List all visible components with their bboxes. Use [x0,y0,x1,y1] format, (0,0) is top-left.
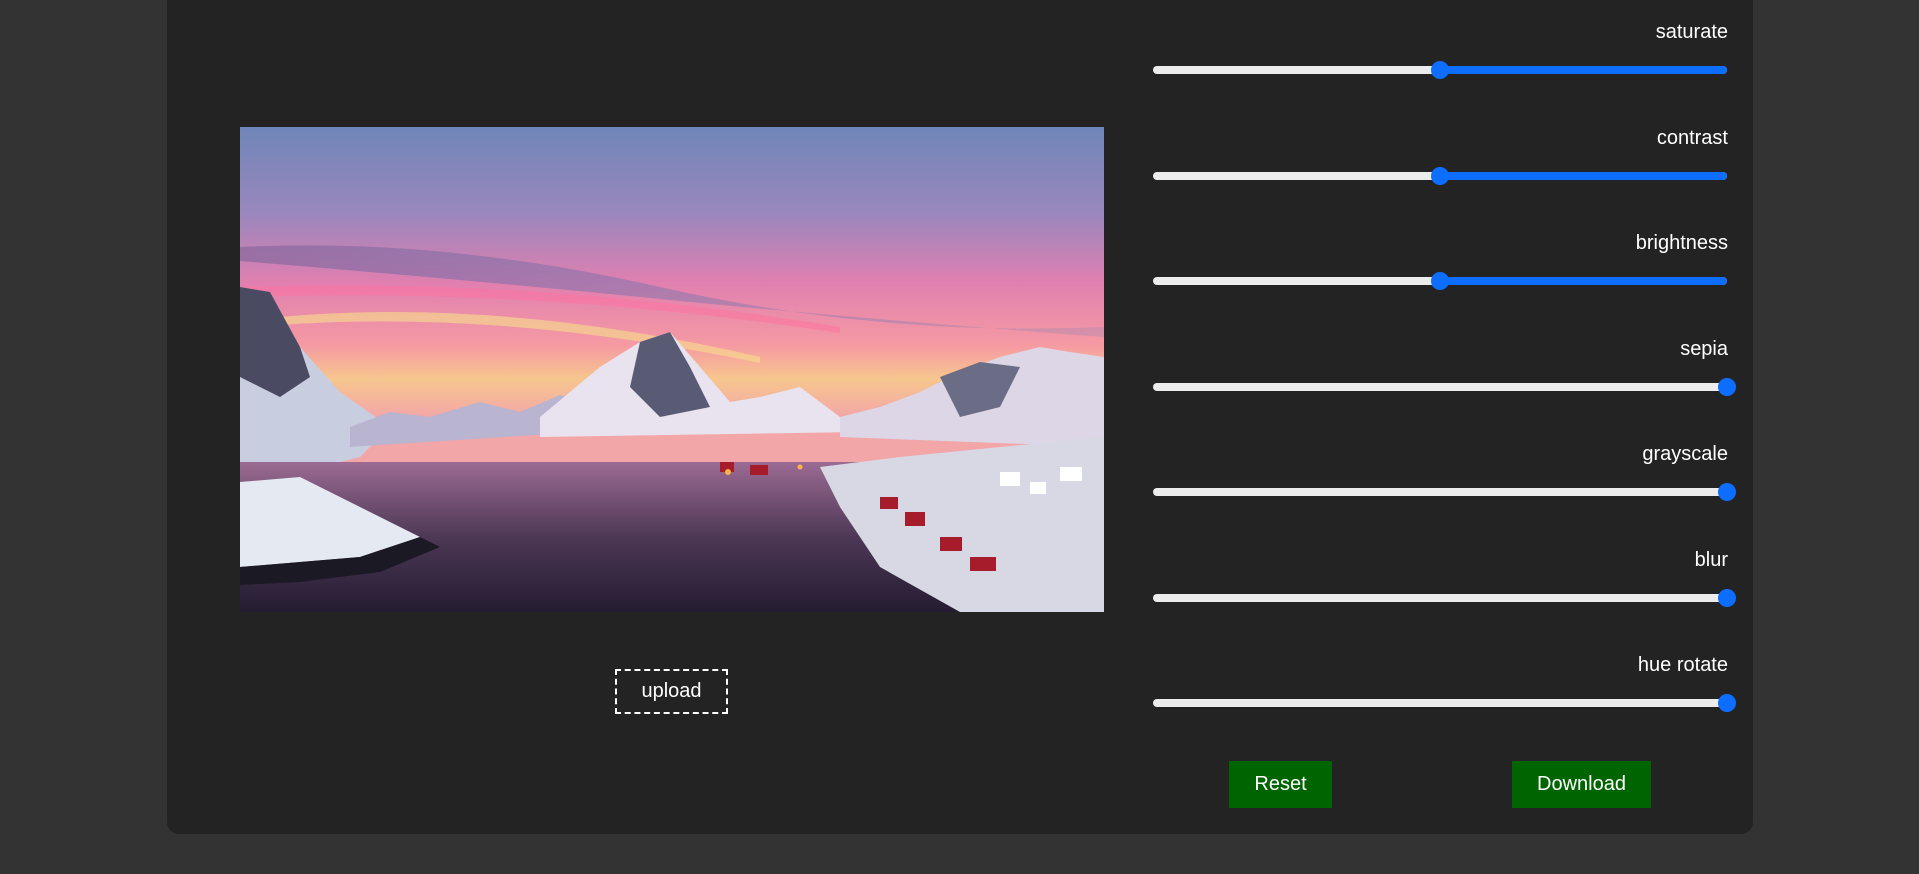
blur-label: blur [1694,549,1728,571]
saturate-slider-thumb[interactable] [1431,61,1449,79]
saturate-slider[interactable] [1153,61,1727,79]
contrast-slider[interactable] [1153,167,1727,185]
grayscale-slider[interactable] [1153,483,1736,501]
sepia-slider-thumb[interactable] [1718,378,1736,396]
brightness-slider-thumb[interactable] [1431,272,1449,290]
saturate-slider-fill [1440,66,1727,74]
contrast-slider-fill [1440,172,1727,180]
image-preview [240,127,1104,612]
upload-button[interactable]: upload [615,669,728,714]
grayscale-control: grayscale [1150,442,1736,548]
grayscale-label: grayscale [1642,443,1728,465]
saturate-label: saturate [1655,21,1728,43]
blur-control: blur [1150,548,1736,654]
sepia-slider[interactable] [1153,378,1736,396]
landscape-photo [240,127,1104,612]
brightness-control: brightness [1150,231,1730,337]
brightness-label: brightness [1635,232,1728,254]
contrast-slider-thumb[interactable] [1431,167,1449,185]
grayscale-slider-thumb[interactable] [1718,483,1736,501]
blur-slider[interactable] [1153,589,1736,607]
sepia-control: sepia [1150,337,1736,443]
contrast-control: contrast [1150,126,1730,232]
hue-rotate-control: hue rotate [1150,653,1736,759]
download-button[interactable]: Download [1512,761,1651,808]
hue-rotate-slider-thumb[interactable] [1718,694,1736,712]
hue-rotate-slider[interactable] [1153,694,1736,712]
contrast-label: contrast [1656,127,1728,149]
blur-slider-thumb[interactable] [1718,589,1736,607]
brightness-slider[interactable] [1153,272,1727,290]
reset-button[interactable]: Reset [1229,761,1332,808]
sepia-label: sepia [1680,338,1728,360]
brightness-slider-fill [1440,277,1727,285]
hue-rotate-label: hue rotate [1637,654,1728,676]
saturate-control: saturate [1150,20,1730,126]
